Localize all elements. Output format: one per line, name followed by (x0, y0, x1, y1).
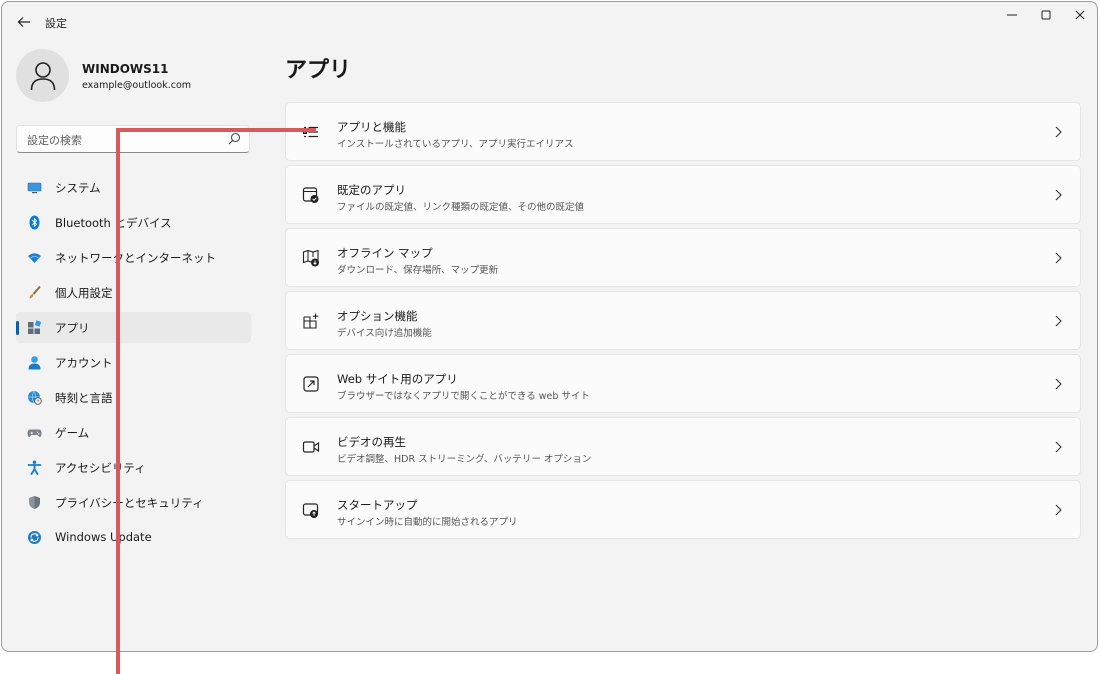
sidebar-nav: システム Bluetooth とデバイス ネットワークとインターネット 個人用設… (16, 172, 251, 557)
title-bar: 設定 (2, 2, 1097, 42)
sidebar-item-label: Bluetooth とデバイス (55, 216, 172, 230)
card-startup[interactable]: スタートアップ サインイン時に自動的に開始されるアプリ (285, 480, 1081, 539)
user-email: example@outlook.com (82, 80, 192, 91)
sidebar-item-accessibility[interactable]: アクセシビリティ (16, 452, 251, 483)
sidebar-item-network[interactable]: ネットワークとインターネット (16, 242, 251, 273)
sidebar-item-label: ネットワークとインターネット (55, 251, 216, 265)
brush-icon (29, 285, 41, 299)
close-icon (1075, 10, 1085, 20)
sidebar-item-windows-update[interactable]: Windows Update (16, 522, 251, 553)
sidebar-item-gaming[interactable]: ゲーム (16, 417, 251, 448)
chevron-right-icon (1055, 315, 1062, 327)
chevron-right-icon (1055, 378, 1062, 390)
sidebar-item-privacy-security[interactable]: プライバシーとセキュリティ (16, 487, 251, 518)
window-controls (995, 2, 1097, 30)
card-title: Web サイト用のアプリ (337, 372, 458, 386)
user-profile[interactable]: WINDOWS11 example@outlook.com (16, 49, 256, 109)
card-subtitle: ダウンロード、保存場所、マップ更新 (337, 265, 499, 276)
app-title: 設定 (45, 17, 67, 30)
card-subtitle: ブラウザーではなくアプリで開くことができる web サイト (337, 391, 590, 402)
sidebar-item-label: 時刻と言語 (55, 391, 113, 405)
annotation-line-horizontal (116, 128, 316, 132)
back-button[interactable] (14, 12, 34, 32)
card-title: オフライン マップ (337, 246, 433, 260)
card-title: スタートアップ (337, 498, 418, 512)
card-title: オプション機能 (337, 309, 418, 323)
sidebar-item-system[interactable]: システム (16, 172, 251, 203)
settings-card-list: アプリと機能 インストールされているアプリ、アプリ実行エイリアス 既定のアプリ … (285, 102, 1081, 543)
sidebar-item-label: Windows Update (55, 530, 152, 544)
user-name: WINDOWS11 (82, 62, 169, 76)
chevron-right-icon (1055, 252, 1062, 264)
arrow-left-icon (17, 17, 30, 27)
sidebar-item-label: アプリ (55, 321, 90, 335)
card-optional-features[interactable]: オプション機能 デバイス向け追加機能 (285, 291, 1081, 350)
sidebar-item-accounts[interactable]: アカウント (16, 347, 251, 378)
sidebar-item-label: アクセシビリティ (55, 461, 146, 475)
card-subtitle: インストールされているアプリ、アプリ実行エイリアス (337, 139, 574, 150)
person-icon (30, 61, 55, 90)
search-icon[interactable] (228, 132, 241, 145)
list-icon (303, 126, 318, 138)
sidebar-item-label: プライバシーとセキュリティ (55, 496, 204, 510)
startup-icon (302, 503, 319, 518)
card-subtitle: デバイス向け追加機能 (337, 328, 432, 339)
sidebar-item-label: アカウント (55, 356, 113, 370)
map-download-icon (302, 249, 319, 267)
chevron-right-icon (1055, 504, 1062, 516)
sidebar-item-label: システム (55, 181, 101, 195)
chevron-right-icon (1055, 126, 1062, 138)
sidebar-item-personalization[interactable]: 個人用設定 (16, 277, 251, 308)
close-button[interactable] (1063, 2, 1097, 28)
card-title: アプリと機能 (337, 120, 406, 134)
card-video-playback[interactable]: ビデオの再生 ビデオ調整、HDR ストリーミング、バッテリー オプション (285, 417, 1081, 476)
card-subtitle: サインイン時に自動的に開始されるアプリ (337, 517, 518, 528)
chevron-right-icon (1055, 441, 1062, 453)
maximize-icon (1041, 10, 1051, 20)
sidebar-item-label: ゲーム (55, 426, 90, 440)
card-subtitle: ファイルの既定値、リンク種類の既定値、その他の既定値 (337, 202, 585, 213)
update-icon (28, 531, 41, 544)
settings-window: 設定 WINDOWS11 example@outlook.com 設定の検索 シ… (1, 1, 1098, 652)
open-external-icon (303, 376, 319, 392)
chevron-right-icon (1055, 189, 1062, 201)
card-default-apps[interactable]: 既定のアプリ ファイルの既定値、リンク種類の既定値、その他の既定値 (285, 165, 1081, 224)
person-icon (28, 356, 41, 370)
monitor-icon (27, 182, 42, 194)
wifi-icon (28, 253, 41, 263)
apps-icon (28, 320, 42, 334)
sidebar-item-bluetooth[interactable]: Bluetooth とデバイス (16, 207, 251, 238)
gamepad-icon (27, 429, 42, 437)
shield-icon (29, 496, 40, 509)
search-input[interactable] (25, 130, 219, 150)
sidebar-item-label: 個人用設定 (55, 286, 113, 300)
maximize-button[interactable] (1029, 2, 1063, 28)
minimize-icon (1007, 14, 1017, 16)
card-title: 既定のアプリ (337, 183, 406, 197)
minimize-button[interactable] (995, 2, 1029, 28)
sidebar-item-time-language[interactable]: 時刻と言語 (16, 382, 251, 413)
card-offline-maps[interactable]: オフライン マップ ダウンロード、保存場所、マップ更新 (285, 228, 1081, 287)
page-title: アプリ (285, 58, 352, 83)
annotation-line-vertical (116, 128, 120, 674)
sidebar-item-apps[interactable]: アプリ (16, 312, 251, 343)
video-icon (302, 441, 320, 453)
avatar[interactable] (16, 49, 69, 102)
card-title: ビデオの再生 (337, 435, 406, 449)
default-apps-icon (302, 187, 319, 203)
card-apps-features[interactable]: アプリと機能 インストールされているアプリ、アプリ実行エイリアス (285, 102, 1081, 161)
card-apps-for-websites[interactable]: Web サイト用のアプリ ブラウザーではなくアプリで開くことができる web サ… (285, 354, 1081, 413)
accessibility-icon (27, 460, 42, 475)
card-subtitle: ビデオ調整、HDR ストリーミング、バッテリー オプション (337, 454, 592, 465)
grid-plus-icon (303, 313, 319, 329)
bluetooth-icon (29, 215, 40, 230)
globe-clock-icon (28, 390, 42, 405)
